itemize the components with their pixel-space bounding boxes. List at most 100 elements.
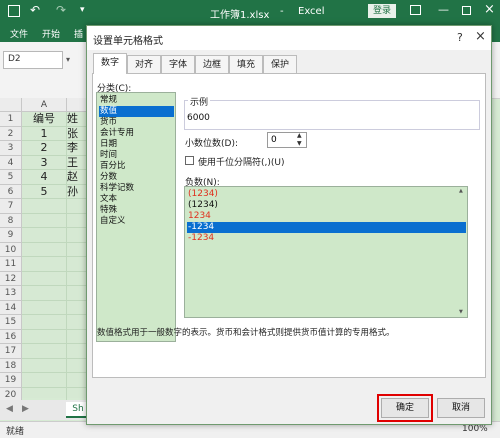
sheet-nav-left-icon[interactable]: ◀ bbox=[6, 404, 13, 414]
row-header[interactable]: 11 bbox=[0, 257, 22, 272]
category-item[interactable]: 特殊 bbox=[99, 205, 174, 216]
cell-a[interactable] bbox=[22, 300, 67, 315]
row-header[interactable]: 3 bbox=[0, 141, 22, 156]
name-box-dropdown-icon[interactable]: ▾ bbox=[66, 55, 70, 64]
dialog-title-bar: 设置单元格格式 ? × bbox=[87, 26, 491, 50]
negative-format-item[interactable]: -1234 bbox=[187, 222, 466, 233]
login-button[interactable]: 登录 bbox=[368, 4, 396, 18]
dialog-close-button[interactable]: × bbox=[475, 29, 486, 44]
ribbon-tab-insert[interactable]: 插 bbox=[74, 27, 83, 40]
spin-down-icon[interactable]: ▼ bbox=[297, 140, 302, 147]
cell-a[interactable] bbox=[22, 344, 67, 359]
row-header[interactable]: 9 bbox=[0, 228, 22, 243]
close-window-icon[interactable]: × bbox=[484, 2, 495, 17]
row-header[interactable]: 16 bbox=[0, 329, 22, 344]
negative-format-item[interactable]: -1234 bbox=[187, 233, 466, 244]
name-box[interactable]: D2 bbox=[3, 51, 63, 69]
redo-icon[interactable]: ↷ bbox=[56, 3, 66, 17]
cell-a[interactable]: 2 bbox=[22, 141, 67, 156]
format-cells-dialog: 设置单元格格式 ? × 数字 对齐 字体 边框 填充 保护 分类(C): 常规数… bbox=[86, 25, 492, 425]
ribbon-tab-home[interactable]: 开始 bbox=[42, 27, 60, 40]
row-header[interactable]: 4 bbox=[0, 155, 22, 170]
row-header[interactable]: 18 bbox=[0, 358, 22, 373]
category-item[interactable]: 百分比 bbox=[99, 161, 174, 172]
tab-number[interactable]: 数字 bbox=[93, 53, 127, 74]
quick-access-dropdown-icon[interactable]: ▾ bbox=[80, 5, 85, 15]
row-header[interactable]: 19 bbox=[0, 373, 22, 388]
row-header[interactable]: 1 bbox=[0, 112, 22, 127]
cell-a[interactable] bbox=[22, 373, 67, 388]
window-title-app: Excel bbox=[298, 6, 325, 17]
cell-a[interactable] bbox=[22, 213, 67, 228]
category-item[interactable]: 会计专用 bbox=[99, 128, 174, 139]
category-item[interactable]: 科学记数 bbox=[99, 183, 174, 194]
negative-format-item[interactable]: 1234 bbox=[187, 211, 466, 222]
sheet-nav-right-icon[interactable]: ▶ bbox=[22, 404, 29, 414]
minimize-icon[interactable]: — bbox=[438, 3, 449, 16]
cell-a[interactable]: 编号 bbox=[22, 112, 67, 127]
category-item[interactable]: 日期 bbox=[99, 139, 174, 150]
spin-up-icon[interactable]: ▲ bbox=[297, 132, 302, 139]
cell-a[interactable] bbox=[22, 315, 67, 330]
category-item[interactable]: 数值 bbox=[99, 106, 174, 117]
cancel-button[interactable]: 取消 bbox=[437, 398, 485, 418]
negative-format-item[interactable]: (1234) bbox=[187, 189, 466, 200]
category-item[interactable]: 文本 bbox=[99, 194, 174, 205]
category-item[interactable]: 分数 bbox=[99, 172, 174, 183]
cell-a[interactable]: 3 bbox=[22, 155, 67, 170]
decimal-places-spinner[interactable]: 0 ▲ ▼ bbox=[267, 132, 307, 148]
zoom-level[interactable]: 100% bbox=[462, 424, 488, 434]
thousands-separator-label[interactable]: 使用千位分隔符(,)(U) bbox=[198, 155, 285, 168]
select-all-corner[interactable] bbox=[0, 98, 22, 112]
category-item[interactable]: 常规 bbox=[99, 95, 174, 106]
tab-fill[interactable]: 填充 bbox=[229, 55, 263, 73]
row-header[interactable]: 8 bbox=[0, 213, 22, 228]
row-header[interactable]: 6 bbox=[0, 184, 22, 199]
cell-a[interactable] bbox=[22, 358, 67, 373]
row-header[interactable]: 14 bbox=[0, 300, 22, 315]
cell-a[interactable] bbox=[22, 329, 67, 344]
cell-a[interactable] bbox=[22, 286, 67, 301]
cell-a[interactable]: 1 bbox=[22, 126, 67, 141]
ribbon-display-options-icon[interactable] bbox=[410, 5, 421, 15]
row-header[interactable]: 7 bbox=[0, 199, 22, 214]
negative-format-item[interactable]: (1234) bbox=[187, 200, 466, 211]
cell-a[interactable] bbox=[22, 271, 67, 286]
cell-a[interactable] bbox=[22, 257, 67, 272]
cell-a[interactable] bbox=[22, 199, 67, 214]
column-header-a[interactable]: A bbox=[22, 98, 67, 112]
row-header[interactable]: 17 bbox=[0, 344, 22, 359]
thousands-separator-checkbox[interactable] bbox=[185, 156, 194, 165]
category-list[interactable]: 常规 数值 货币 会计专用 日期 时间 百分比 分数 科学记数 文本 特殊 自定义 bbox=[96, 92, 176, 342]
cell-a[interactable] bbox=[22, 242, 67, 257]
undo-icon[interactable]: ↶ bbox=[30, 3, 40, 17]
tab-protection[interactable]: 保护 bbox=[263, 55, 297, 73]
restore-icon[interactable] bbox=[462, 6, 471, 15]
row-header[interactable]: 13 bbox=[0, 286, 22, 301]
sample-group bbox=[184, 100, 480, 130]
negative-numbers-list[interactable]: ▲ ▼ (1234) (1234) 1234 -1234 -1234 bbox=[184, 186, 468, 318]
excel-title-bar: ↶ ↷ ▾ 工作簿1.xlsx - Excel 登录 — × bbox=[0, 0, 500, 24]
cell-a[interactable] bbox=[22, 228, 67, 243]
cell-a[interactable]: 5 bbox=[22, 184, 67, 199]
row-header[interactable]: 5 bbox=[0, 170, 22, 185]
category-item[interactable]: 货币 bbox=[99, 117, 174, 128]
window-title-separator: - bbox=[280, 6, 284, 17]
ok-button-highlight bbox=[377, 394, 433, 422]
help-button[interactable]: ? bbox=[457, 31, 463, 44]
tab-border[interactable]: 边框 bbox=[195, 55, 229, 73]
window-title-filename: 工作簿1.xlsx bbox=[210, 10, 270, 21]
category-item[interactable]: 时间 bbox=[99, 150, 174, 161]
row-header[interactable]: 15 bbox=[0, 315, 22, 330]
list-scroll-down-icon[interactable]: ▼ bbox=[459, 309, 463, 315]
row-header[interactable]: 12 bbox=[0, 271, 22, 286]
row-header[interactable]: 10 bbox=[0, 242, 22, 257]
tab-font[interactable]: 字体 bbox=[161, 55, 195, 73]
cell-a[interactable]: 4 bbox=[22, 170, 67, 185]
tab-alignment[interactable]: 对齐 bbox=[127, 55, 161, 73]
row-header[interactable]: 2 bbox=[0, 126, 22, 141]
worksheet-grid[interactable]: A 1 2 3 4 5 6 7 8 9 10 11 12 13 14 15 16 17 18 19 20 编号姓 1 张 2… bbox=[0, 98, 92, 402]
category-item[interactable]: 自定义 bbox=[99, 216, 174, 227]
save-icon[interactable] bbox=[8, 5, 20, 17]
ribbon-tab-file[interactable]: 文件 bbox=[10, 27, 28, 40]
